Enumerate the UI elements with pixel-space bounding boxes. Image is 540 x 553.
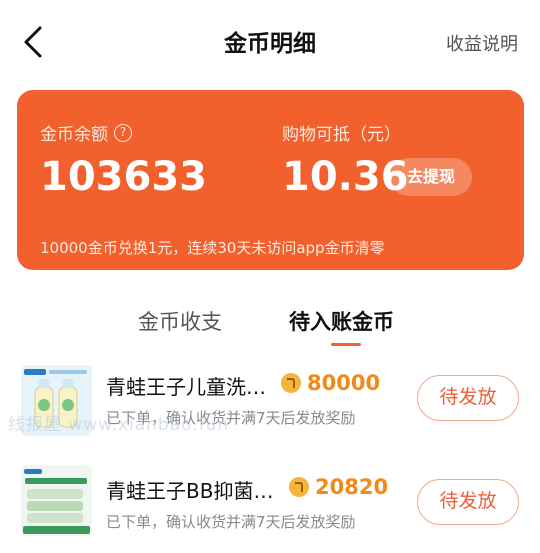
tab-coin-history[interactable]: 金币收支 [138,306,222,336]
coin-amount: 80000 [307,371,381,395]
item-title: 青蛙王子BB抑菌… [106,479,274,503]
coin-reward: 20820 [289,475,388,499]
active-tab-indicator [331,343,361,346]
item-title: 青蛙王子儿童洗… [106,375,266,399]
tab-bar: 金币收支 待入账金币 [0,298,540,348]
exchange-note: 10000金币兑换1元，连续30天未访问app金币清零 [40,239,385,257]
coin-balance-label-row: 金币余额 ? [40,120,132,145]
cash-deductible-label: 购物可抵（元） [282,125,401,145]
bb-soap-product-icon [21,465,92,536]
list-item[interactable]: 青蛙王子BB抑菌… 20820 已下单，确认收货并满7天后发放奖励 待发放 [0,459,540,553]
coin-reward: 80000 [281,371,380,395]
coin-balance-label: 金币余额 [40,125,108,145]
question-icon[interactable]: ? [114,123,132,142]
tab-pending-coins[interactable]: 待入账金币 [289,306,394,336]
list-item[interactable]: 青蛙王子儿童洗… 80000 已下单，确认收货并满7天后发放奖励 待发放 [0,355,540,455]
earnings-help-link[interactable]: 收益说明 [446,30,518,56]
status-pending-button[interactable]: 待发放 [417,375,519,421]
coin-icon [281,373,301,393]
item-description: 已下单，确认收货并满7天后发放奖励 [106,513,356,531]
watermark: 线报屋 www.xianbao.fun [8,415,230,435]
coin-amount: 20820 [315,475,389,499]
coin-balance-value: 103633 [40,154,207,200]
header: 金币明细 收益说明 [0,0,540,84]
balance-card: 金币余额 ? 103633 购物可抵（元） 10.36 去提现 10000金币兑… [17,90,524,270]
coin-icon [289,477,309,497]
withdraw-button[interactable]: 去提现 [390,158,472,196]
status-pending-button[interactable]: 待发放 [417,479,519,525]
